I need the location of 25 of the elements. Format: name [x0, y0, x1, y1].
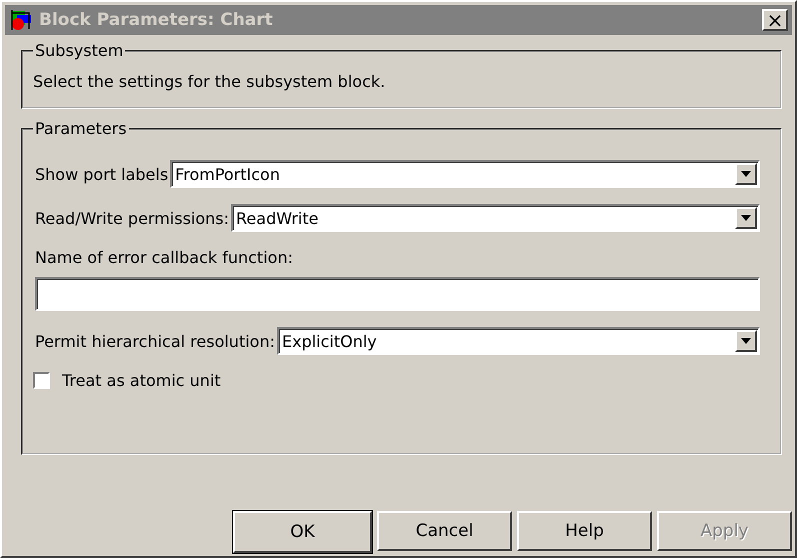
- checkbox-label: Treat as atomic unit: [62, 371, 221, 390]
- field-label: Show port labels: [35, 164, 168, 184]
- caret-icon: [741, 338, 751, 344]
- field-label: Permit hierarchical resolution:: [35, 332, 275, 350]
- dialog-button[interactable]: Cancel: [377, 511, 512, 551]
- dialog-button[interactable]: Help: [517, 511, 652, 551]
- input-field[interactable]: [35, 277, 760, 311]
- field-label: Read/Write permissions:: [35, 208, 230, 228]
- caret-icon: [741, 171, 751, 177]
- description-text: Select the settings for the subsystem block.: [33, 72, 386, 91]
- block-diagram-icon: [9, 9, 33, 31]
- group-legend: Parameters: [33, 119, 129, 138]
- window-title: Block Parameters: Chart: [39, 10, 274, 30]
- caret-icon: [741, 215, 751, 221]
- checkbox[interactable]: [33, 372, 50, 389]
- dropdown[interactable]: ExplicitOnly: [276, 327, 760, 355]
- dialog-button[interactable]: OK: [233, 511, 372, 553]
- dropdown-arrow-button[interactable]: [735, 330, 757, 352]
- dropdown[interactable]: FromPortIcon: [170, 160, 760, 188]
- dropdown[interactable]: ReadWrite: [231, 204, 760, 232]
- group-legend: Subsystem: [33, 41, 126, 60]
- close-button[interactable]: ×: [762, 9, 788, 31]
- field-label: Name of error callback function:: [35, 248, 294, 267]
- dropdown-arrow-button[interactable]: [735, 163, 757, 185]
- dropdown-arrow-button[interactable]: [735, 207, 757, 229]
